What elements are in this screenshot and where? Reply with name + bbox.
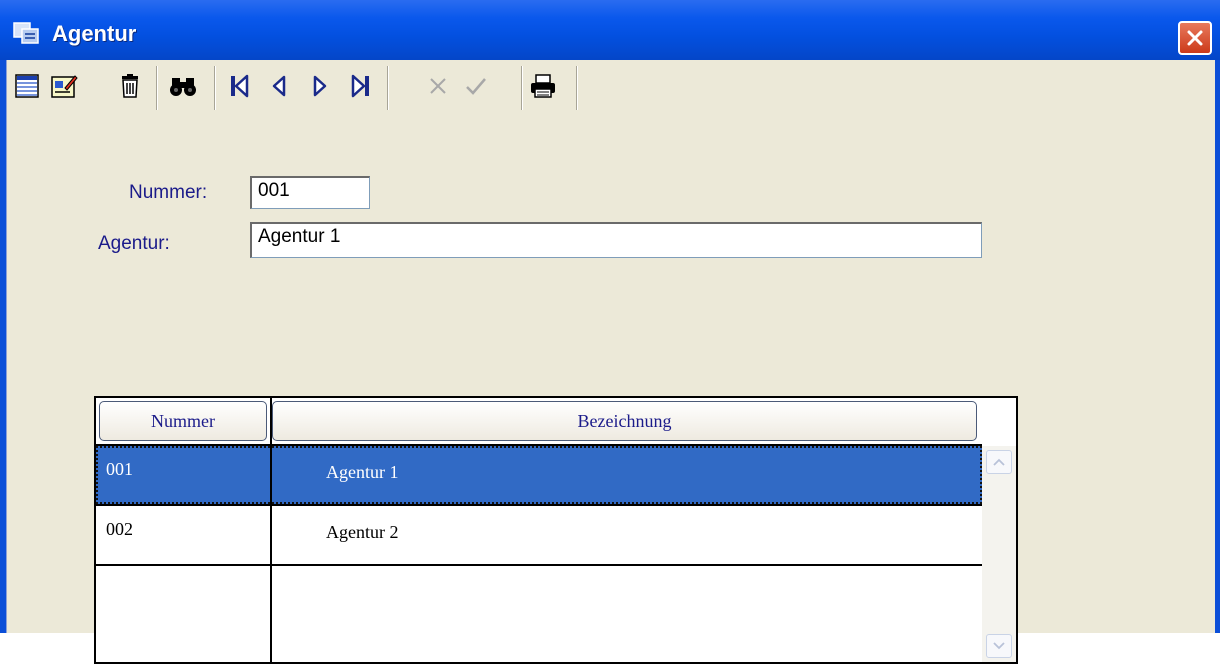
toolbar-separator <box>521 66 523 110</box>
client-area: Nummer: 001 Agentur: Agentur 1 Nummer Be… <box>6 60 1215 664</box>
agency-grid: Nummer Bezeichnung 001 Agentur 1 002 Age… <box>94 396 1018 664</box>
cell-nummer: 002 <box>106 519 133 539</box>
previous-record-button[interactable] <box>262 69 296 103</box>
cell-bezeichnung: Agentur 1 <box>326 462 399 482</box>
cell-bezeichnung: Agentur 2 <box>326 522 399 542</box>
form-area: Nummer: 001 Agentur: Agentur 1 Nummer Be… <box>7 116 1215 664</box>
toolbar-separator <box>576 66 578 110</box>
chevron-up-icon <box>993 458 1005 466</box>
next-record-button[interactable] <box>303 69 337 103</box>
scroll-down-button[interactable] <box>986 634 1012 658</box>
toolbar <box>7 60 1215 118</box>
last-record-button[interactable] <box>344 69 378 103</box>
table-row[interactable]: 002 Agentur 2 <box>96 506 982 564</box>
column-header-nummer[interactable]: Nummer <box>99 401 267 441</box>
table-row[interactable]: 001 Agentur 1 <box>96 446 982 504</box>
scroll-up-button[interactable] <box>986 450 1012 474</box>
app-window: Agentur Nummer: 001 Agentur: Agentur 1 N… <box>0 0 1220 664</box>
grid-divider <box>96 564 982 566</box>
trash-icon <box>122 74 138 98</box>
search-button[interactable] <box>166 69 200 103</box>
last-icon <box>351 74 369 98</box>
confirm-button[interactable] <box>459 69 493 103</box>
title-bar[interactable]: Agentur <box>0 0 1220 60</box>
cell-nummer: 001 <box>106 459 133 479</box>
previous-icon <box>272 75 286 97</box>
cancel-icon <box>430 78 446 94</box>
close-icon <box>1187 30 1203 46</box>
first-record-button[interactable] <box>222 69 256 103</box>
binoculars-icon <box>170 78 196 96</box>
toolbar-separator <box>156 66 158 110</box>
chevron-down-icon <box>993 642 1005 650</box>
grid-column-divider <box>270 398 272 662</box>
cancel-button[interactable] <box>421 69 455 103</box>
toolbar-separator <box>387 66 389 110</box>
list-icon <box>15 74 39 98</box>
window-title: Agentur <box>52 21 137 46</box>
first-icon <box>231 74 249 98</box>
edit-record-button[interactable] <box>47 69 81 103</box>
agency-label: Agentur: <box>98 233 170 254</box>
number-label: Nummer: <box>129 182 208 203</box>
column-header-bezeichnung[interactable]: Bezeichnung <box>272 401 977 441</box>
printer-icon <box>531 74 555 98</box>
agency-field[interactable]: Agentur 1 <box>250 222 982 258</box>
vertical-scrollbar[interactable] <box>982 446 1016 662</box>
new-record-button[interactable] <box>10 69 44 103</box>
number-field[interactable]: 001 <box>250 176 370 209</box>
next-icon <box>313 75 327 97</box>
app-icon <box>13 22 39 44</box>
checkmark-icon <box>466 78 486 95</box>
edit-icon <box>51 75 78 98</box>
print-button[interactable] <box>526 69 560 103</box>
delete-record-button[interactable] <box>113 69 147 103</box>
close-button[interactable] <box>1178 21 1212 55</box>
toolbar-separator <box>214 66 216 110</box>
